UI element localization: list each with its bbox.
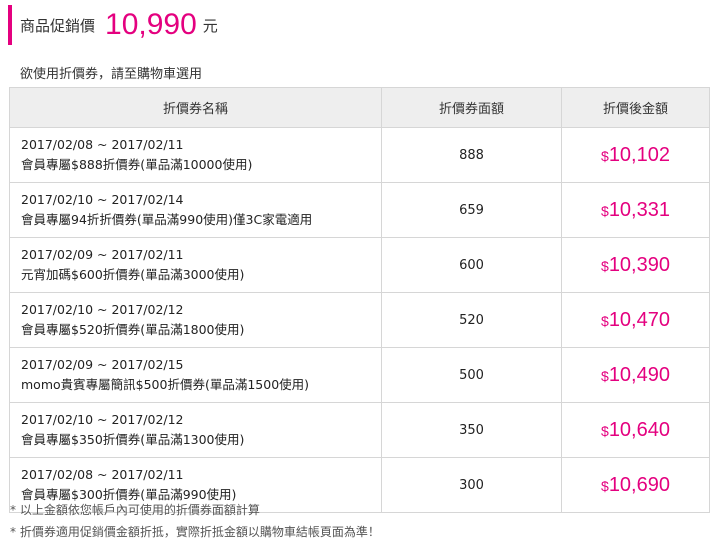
- coupon-face-value: 659: [381, 182, 562, 238]
- coupon-face-value: 520: [381, 292, 562, 348]
- discounted-price-cell: $10,102: [561, 127, 710, 183]
- table-row: 2017/02/09 ~ 2017/02/11 元宵加碼$600折價券(單品滿30…: [9, 237, 710, 293]
- promo-price-value: 10,990: [105, 8, 197, 41]
- currency-symbol: $: [601, 312, 609, 329]
- coupon-name: momo貴賓專屬簡訊$500折價券(單品滿1500使用): [21, 377, 310, 392]
- promo-price-label: 商品促銷價: [20, 16, 96, 35]
- coupon-face-value: 600: [381, 237, 562, 293]
- coupon-date-range: 2017/02/08 ~ 2017/02/11: [21, 137, 184, 152]
- coupon-face-value: 300: [381, 457, 562, 513]
- discounted-price-cell: $10,331: [561, 182, 710, 238]
- coupon-face-value: 888: [381, 127, 562, 183]
- table-row: 2017/02/10 ~ 2017/02/12 會員專屬$350折價券(單品滿13…: [9, 402, 710, 458]
- coupon-date-range: 2017/02/08 ~ 2017/02/11: [21, 467, 184, 482]
- discounted-price: 10,390: [608, 253, 670, 276]
- note-item: * 折價券適用促銷價金額折抵，實際折抵金額以購物車結帳頁面為準！: [10, 525, 380, 539]
- discounted-price: 10,690: [608, 473, 670, 496]
- coupon-name: 會員專屬$350折價券(單品滿1300使用): [21, 432, 245, 447]
- currency-symbol: $: [601, 202, 609, 219]
- coupon-date-range: 2017/02/10 ~ 2017/02/14: [21, 192, 184, 207]
- discounted-price-cell: $10,690: [561, 457, 710, 513]
- currency-symbol: $: [601, 257, 609, 274]
- coupon-table-header-row: 折價券名稱 折價券面額 折價後金額: [9, 87, 710, 128]
- table-row: 2017/02/08 ~ 2017/02/11 會員專屬$888折價券(單品滿10…: [9, 127, 710, 183]
- currency-symbol: $: [601, 422, 609, 439]
- coupon-date-range: 2017/02/09 ~ 2017/02/15: [21, 357, 184, 372]
- coupon-date-range: 2017/02/10 ~ 2017/02/12: [21, 302, 184, 317]
- coupon-name: 會員專屬$520折價券(單品滿1800使用): [21, 322, 245, 337]
- coupon-face-value: 500: [381, 347, 562, 403]
- coupon-date-range: 2017/02/10 ~ 2017/02/12: [21, 412, 184, 427]
- coupon-info-cell: 2017/02/10 ~ 2017/02/12 會員專屬$350折價券(單品滿13…: [9, 402, 382, 458]
- discounted-price-cell: $10,640: [561, 402, 710, 458]
- table-row: 2017/02/10 ~ 2017/02/12 會員專屬$520折價券(單品滿18…: [9, 292, 710, 348]
- coupon-info-cell: 2017/02/10 ~ 2017/02/12 會員專屬$520折價券(單品滿18…: [9, 292, 382, 348]
- column-header-discounted-price: 折價後金額: [561, 87, 710, 128]
- discounted-price: 10,331: [608, 198, 670, 221]
- note-item: * 以上金額依您帳戶內可使用的折價券面額計算: [10, 503, 260, 517]
- coupon-table: 折價券名稱 折價券面額 折價後金額 2017/02/08 ~ 2017/02/1…: [9, 87, 710, 513]
- discounted-price-cell: $10,490: [561, 347, 710, 403]
- coupon-info-cell: 2017/02/09 ~ 2017/02/15 momo貴賓專屬簡訊$500折價券…: [9, 347, 382, 403]
- coupon-info-cell: 2017/02/10 ~ 2017/02/14 會員專屬94折折價券(單品滿990…: [9, 182, 382, 238]
- currency-symbol: $: [601, 147, 609, 164]
- column-header-coupon-name: 折價券名稱: [9, 87, 382, 128]
- notes: * 以上金額依您帳戶內可使用的折價券面額計算 * 折價券適用促銷價金額折抵，實際…: [10, 500, 380, 544]
- discounted-price-cell: $10,390: [561, 237, 710, 293]
- coupon-name: 元宵加碼$600折價券(單品滿3000使用): [21, 267, 245, 282]
- coupon-name: 會員專屬94折折價券(單品滿990使用)僅3C家電適用: [21, 212, 313, 227]
- currency-symbol: $: [601, 477, 609, 494]
- discounted-price: 10,470: [608, 308, 670, 331]
- coupon-name: 會員專屬$888折價券(單品滿10000使用): [21, 157, 253, 172]
- column-header-face-value: 折價券面額: [381, 87, 562, 128]
- coupon-face-value: 350: [381, 402, 562, 458]
- promo-price-header: 商品促銷價 10,990 元: [8, 5, 218, 45]
- table-row: 2017/02/09 ~ 2017/02/15 momo貴賓專屬簡訊$500折價券…: [9, 347, 710, 403]
- discounted-price: 10,490: [608, 363, 670, 386]
- currency-symbol: $: [601, 367, 609, 384]
- coupon-date-range: 2017/02/09 ~ 2017/02/11: [21, 247, 184, 262]
- coupon-info-cell: 2017/02/09 ~ 2017/02/11 元宵加碼$600折價券(單品滿30…: [9, 237, 382, 293]
- promo-price-unit: 元: [202, 16, 218, 35]
- discounted-price: 10,102: [608, 143, 670, 166]
- discounted-price: 10,640: [608, 418, 670, 441]
- coupon-info-cell: 2017/02/08 ~ 2017/02/11 會員專屬$888折價券(單品滿10…: [9, 127, 382, 183]
- discounted-price-cell: $10,470: [561, 292, 710, 348]
- table-row: 2017/02/10 ~ 2017/02/14 會員專屬94折折價券(單品滿990…: [9, 182, 710, 238]
- coupon-instruction: 欲使用折價券，請至購物車選用: [20, 67, 203, 82]
